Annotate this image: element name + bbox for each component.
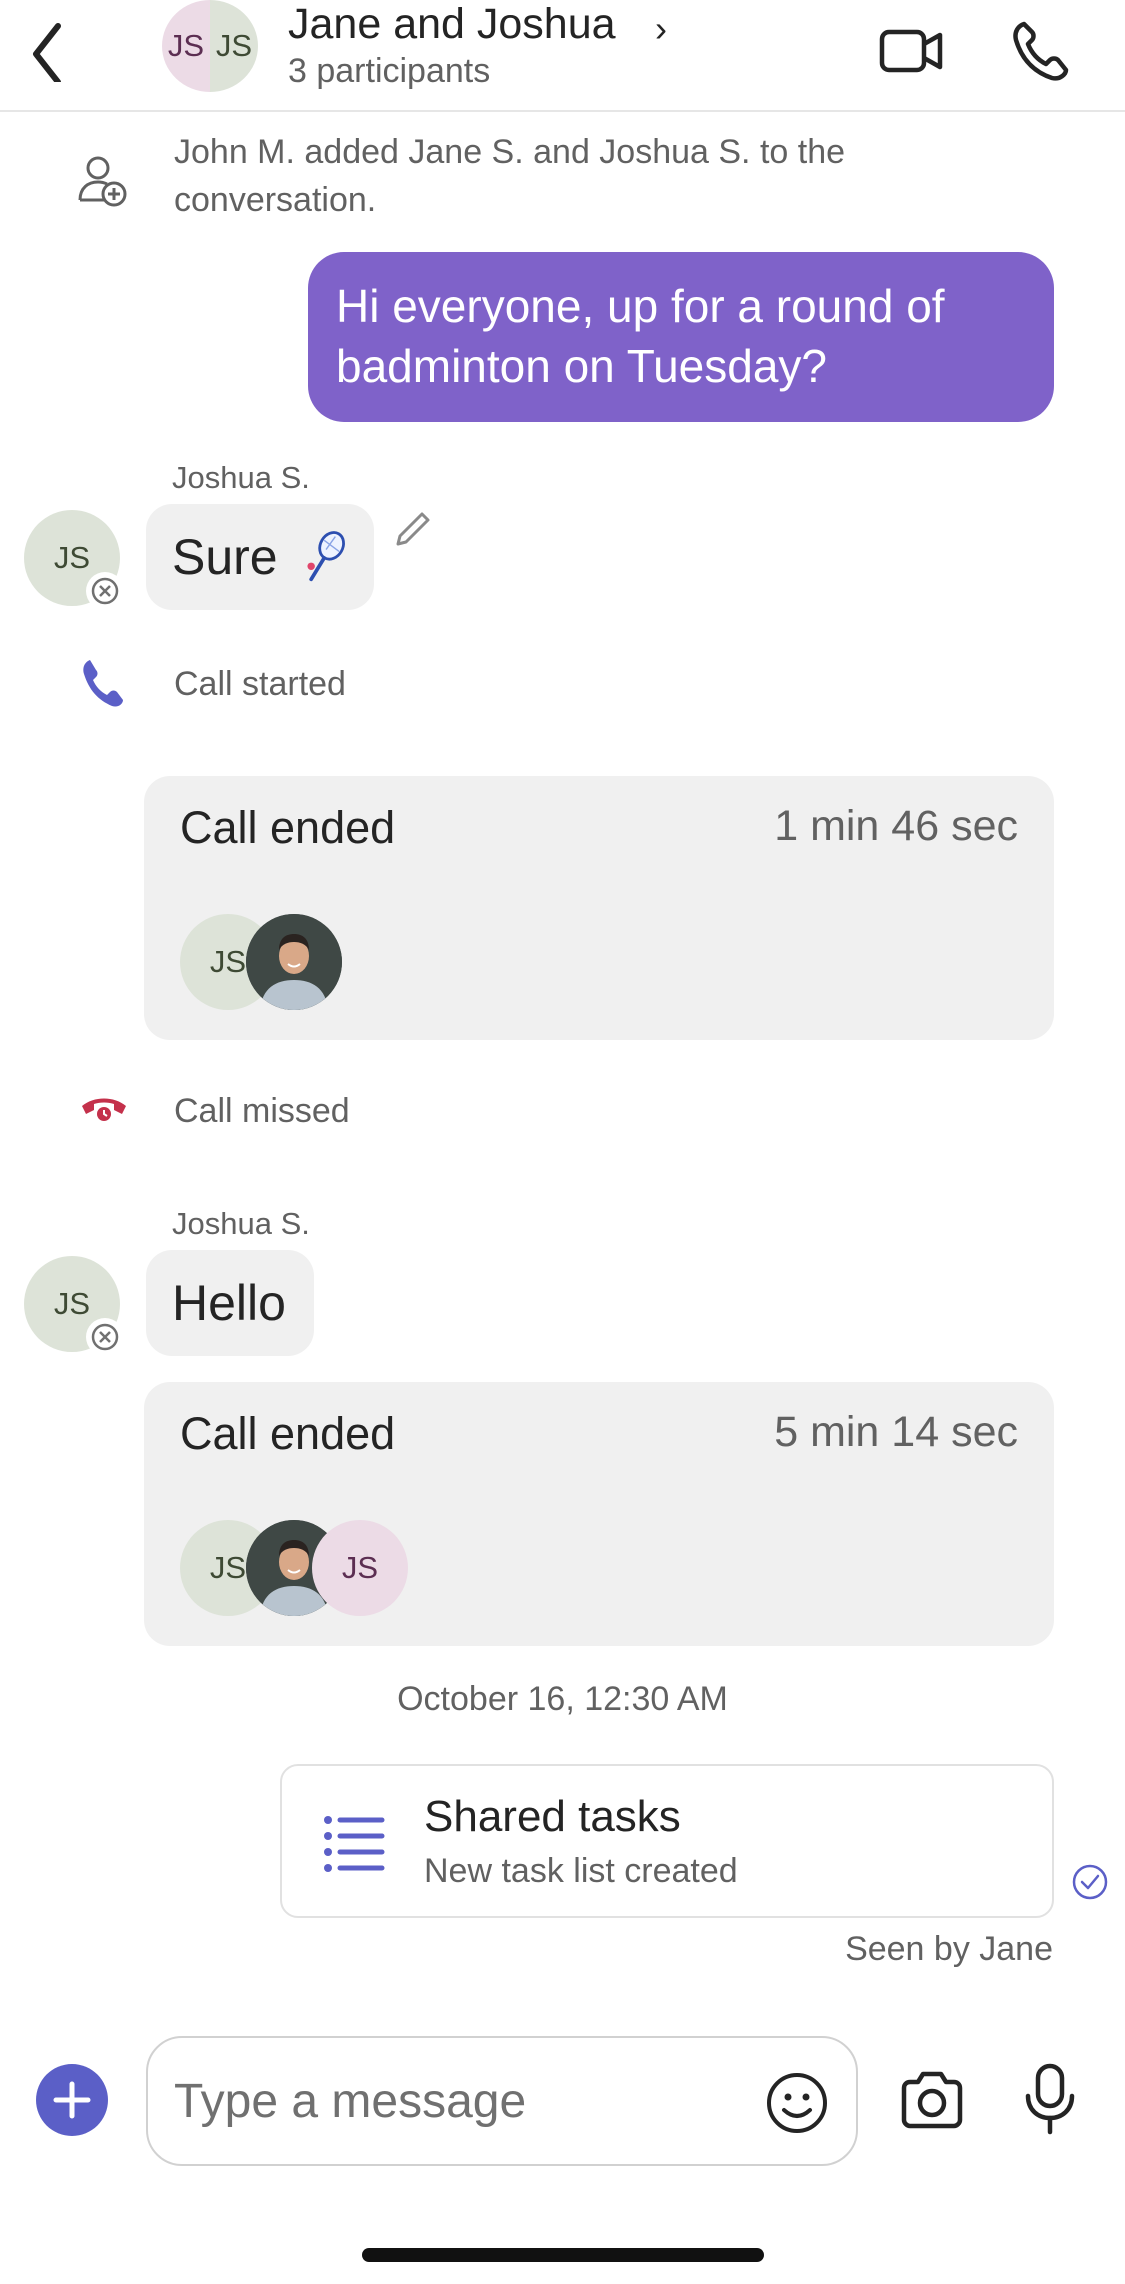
badminton-racket-emoji-icon bbox=[307, 531, 345, 582]
plus-icon bbox=[53, 2081, 91, 2119]
camera-icon bbox=[901, 2071, 963, 2129]
call-ended-title: Call ended bbox=[180, 1408, 396, 1459]
back-arrow-icon bbox=[33, 23, 61, 85]
microphone-button[interactable] bbox=[1014, 2060, 1086, 2140]
message-composer[interactable] bbox=[146, 2036, 858, 2166]
message-text: Sure bbox=[172, 529, 278, 585]
call-ended-card[interactable]: Call ended 5 min 14 sec JS JS bbox=[144, 1382, 1054, 1646]
missed-call-icon bbox=[74, 1082, 134, 1142]
call-duration: 5 min 14 sec bbox=[774, 1408, 1018, 1456]
back-button[interactable] bbox=[20, 12, 80, 85]
audio-call-button[interactable] bbox=[1004, 14, 1076, 86]
camera-button[interactable] bbox=[896, 2064, 968, 2136]
participant-photo-avatar bbox=[246, 914, 342, 1010]
emoji-icon bbox=[767, 2073, 827, 2133]
call-missed-text: Call missed bbox=[174, 1092, 350, 1130]
home-indicator[interactable] bbox=[362, 2248, 764, 2262]
message-text: Hello bbox=[172, 1275, 286, 1331]
message-input[interactable] bbox=[174, 2038, 734, 2164]
group-avatar[interactable]: JS JS bbox=[162, 0, 258, 92]
tasks-title: Shared tasks bbox=[424, 1792, 681, 1841]
call-started-text: Call started bbox=[174, 665, 346, 703]
edited-pencil-icon bbox=[388, 506, 436, 554]
chevron-right-icon[interactable]: › bbox=[655, 8, 667, 50]
avatar[interactable]: JS bbox=[24, 510, 124, 610]
avatar-initials: JS bbox=[53, 540, 91, 575]
emoji-button[interactable] bbox=[764, 2070, 830, 2136]
tasks-subtitle: New task list created bbox=[424, 1852, 738, 1890]
seen-by-text: Seen by Jane bbox=[845, 1930, 1053, 1968]
sender-name: Joshua S. bbox=[172, 460, 310, 495]
incoming-message-bubble[interactable]: Hello bbox=[146, 1250, 314, 1356]
my-message-bubble[interactable]: Hi everyone, up for a round of badminton… bbox=[308, 252, 1054, 422]
sender-name: Joshua S. bbox=[172, 1206, 310, 1241]
shared-tasks-card[interactable]: Shared tasks New task list created bbox=[280, 1764, 1054, 1918]
date-separator: October 16, 12:30 AM bbox=[397, 1680, 728, 1718]
add-attachment-button[interactable] bbox=[36, 2064, 108, 2136]
chat-header: JS JS Jane and Joshua › 3 participants bbox=[0, 0, 1125, 112]
system-added-message: John M. added Jane S. and Joshua S. to t… bbox=[174, 133, 846, 219]
avatar-initials: JS bbox=[53, 1286, 91, 1321]
microphone-icon bbox=[1025, 2063, 1075, 2135]
participant-avatar: JS bbox=[312, 1520, 408, 1616]
video-call-button[interactable] bbox=[876, 14, 948, 86]
group-avatar-left-initials: JS bbox=[162, 0, 210, 92]
call-ended-title: Call ended bbox=[180, 802, 396, 853]
task-list-icon bbox=[322, 1812, 386, 1872]
chat-title[interactable]: Jane and Joshua bbox=[288, 0, 616, 49]
call-duration: 1 min 46 sec bbox=[774, 802, 1018, 850]
read-receipt-check-icon bbox=[1070, 1862, 1110, 1902]
offline-status-icon bbox=[86, 1318, 124, 1356]
video-camera-icon bbox=[879, 29, 943, 73]
participants-count[interactable]: 3 participants bbox=[288, 52, 490, 91]
phone-icon bbox=[1013, 21, 1069, 81]
incoming-message-bubble[interactable]: Sure bbox=[146, 504, 374, 610]
avatar[interactable]: JS bbox=[24, 1256, 124, 1356]
add-person-icon bbox=[72, 152, 132, 212]
group-avatar-right-initials: JS bbox=[210, 0, 258, 92]
offline-status-icon bbox=[86, 572, 124, 610]
call-ended-card[interactable]: Call ended 1 min 46 sec JS bbox=[144, 776, 1054, 1040]
call-started-phone-icon bbox=[74, 654, 134, 714]
